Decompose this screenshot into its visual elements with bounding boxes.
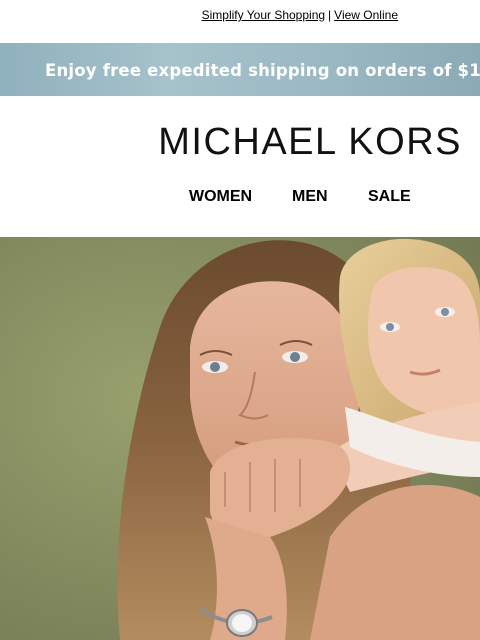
nav-women[interactable]: WOMEN <box>189 184 252 210</box>
brand-logo[interactable]: MICHAEL KORS <box>158 118 462 166</box>
nav-sale[interactable]: SALE <box>368 184 411 210</box>
main-nav: WOMEN MEN SALE <box>0 184 480 210</box>
hero-photo <box>0 237 480 640</box>
shipping-banner[interactable]: Enjoy free expedited shipping on orders … <box>0 43 480 96</box>
simplify-shopping-link[interactable]: Simplify Your Shopping <box>202 8 325 22</box>
preheader-separator: | <box>328 8 332 22</box>
view-online-link[interactable]: View Online <box>334 8 398 22</box>
shipping-banner-text: Enjoy free expedited shipping on orders … <box>45 61 480 80</box>
nav-men[interactable]: MEN <box>292 184 328 210</box>
preheader: Simplify Your Shopping | View Online <box>0 0 480 30</box>
hero-image[interactable] <box>0 237 480 640</box>
